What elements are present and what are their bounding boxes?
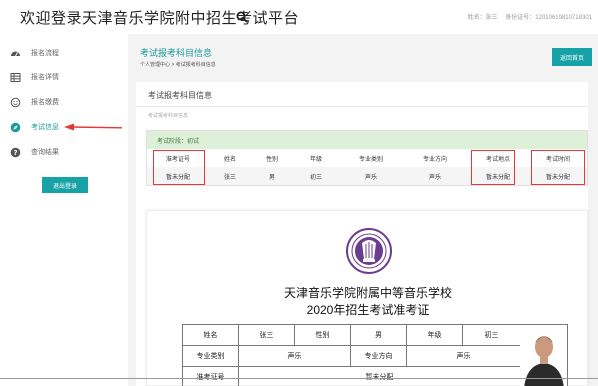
sidebar-item-label: 报名详情	[31, 74, 59, 81]
main-content: 考试报考科目信息 个人管理中心 > 考试报考科目信息 返回首页 考试报考科目信息…	[128, 34, 598, 386]
question-icon: ?	[10, 147, 21, 158]
back-home-button[interactable]: 返回首页	[552, 48, 592, 66]
user-name: 姓名：张三	[467, 15, 498, 21]
table-row: 准考证号 暂未分配	[182, 366, 521, 386]
column-header: 专业方向	[422, 156, 447, 163]
bottom-border	[0, 378, 598, 379]
sidebar-item-label: 报名流程	[31, 50, 59, 57]
dashboard-icon	[10, 48, 21, 59]
exam-stage-bar: 考试阶段：初试	[147, 131, 587, 149]
table-cell: 专业方向	[350, 345, 407, 367]
table-cell: 初三	[293, 167, 339, 185]
table-row: 专业类别 声乐 专业方向 声乐	[182, 345, 521, 367]
ticket-table: 姓名 张三 性别 男 年级 初三 专业类别 声乐 专业方向 声乐 准考证号 暂未…	[182, 324, 521, 386]
exam-info-box: 考试阶段：初试 准考证号 姓名 性别 年级 专业类别 专业方向 考试地点 考试时…	[146, 130, 588, 186]
exam-info-panel: 考试报考科目信息 考试报考科目信息 考试阶段：初试 准考证号 姓名 性别 年级 …	[136, 82, 588, 386]
panel-subtitle: 考试报考科目信息	[148, 113, 189, 119]
table-cell: 初三	[462, 324, 521, 346]
page-title: 考试报考科目信息	[140, 48, 213, 58]
column-header: 姓名	[223, 156, 236, 163]
sidebar-item-registration-process[interactable]: 报名流程	[10, 46, 59, 60]
table-cell: 张三	[238, 324, 295, 346]
table-header-row: 准考证号 姓名 性别 年级 专业类别 专业方向 考试地点 考试时间	[147, 149, 587, 167]
admission-ticket: 天津音乐学院附属中等音乐学校 2020年招生考试准考证 姓名 张三 性别 男 年…	[146, 210, 588, 386]
table-cell: 声乐	[238, 345, 351, 367]
smile-icon	[10, 97, 21, 108]
breadcrumb: 个人管理中心 > 考试报考科目信息	[140, 62, 216, 68]
table-cell: 暂未分配	[238, 366, 521, 386]
table-cell: 性别	[294, 324, 351, 346]
sidebar: 报名流程 报名详情 报名缴费 考试信息 ? 查询结果 退出登录	[0, 34, 128, 386]
student-photo	[520, 324, 568, 386]
sidebar-item-label: 考试信息	[31, 124, 59, 131]
table-icon	[10, 72, 21, 83]
table-cell: 男	[251, 167, 293, 185]
table-cell: 专业类别	[182, 345, 239, 367]
user-id: 身份证号：12010619810718301	[505, 15, 592, 21]
annotation-arrow-icon	[64, 123, 122, 131]
sidebar-item-registration-details[interactable]: 报名详情	[10, 70, 59, 84]
table-cell: 张三	[209, 167, 251, 185]
sidebar-item-exam-info[interactable]: 考试信息	[10, 120, 59, 134]
highlight-box	[471, 150, 515, 185]
divider	[136, 106, 588, 107]
panel-title: 考试报考科目信息	[148, 91, 212, 100]
highlight-box	[531, 150, 585, 185]
school-name: 天津音乐学院附属中等音乐学校	[283, 286, 452, 300]
table-cell: 声乐	[406, 345, 521, 367]
table-cell: 年级	[406, 324, 463, 346]
table-cell: 准考证号	[182, 366, 239, 386]
table-cell: 声乐	[339, 167, 403, 185]
exam-info-table: 准考证号 姓名 性别 年级 专业类别 专业方向 考试地点 考试时间 暂未分配 张…	[147, 149, 587, 185]
compass-icon	[10, 122, 21, 133]
user-info: 姓名：张三 身份证号：12010619810718301	[462, 12, 592, 21]
sidebar-item-label: 报名缴费	[31, 99, 59, 106]
table-row: 暂未分配 张三 男 初三 声乐 声乐 暂未分配 暂未分配	[147, 167, 587, 185]
top-header: 欢迎登录天津音乐学院附中招生考试平台 姓名：张三 身份证号：1201061981…	[0, 0, 598, 34]
sidebar-item-results[interactable]: ? 查询结果	[10, 145, 59, 159]
sidebar-item-label: 查询结果	[31, 149, 59, 156]
table-cell: 姓名	[182, 324, 239, 346]
search-icon[interactable]	[236, 11, 248, 23]
sidebar-item-payment[interactable]: 报名缴费	[10, 95, 59, 109]
column-header: 专业类别	[358, 156, 383, 163]
column-header: 年级	[309, 156, 322, 163]
highlight-box	[153, 150, 205, 185]
svg-text:?: ?	[13, 149, 17, 157]
site-title: 欢迎登录天津音乐学院附中招生考试平台	[20, 10, 300, 27]
ticket-title: 2020年招生考试准考证	[306, 303, 430, 317]
column-header: 性别	[265, 156, 278, 163]
table-cell: 声乐	[403, 167, 467, 185]
logout-button[interactable]: 退出登录	[42, 177, 88, 193]
table-row: 姓名 张三 性别 男 年级 初三	[182, 324, 521, 346]
table-cell: 男	[350, 324, 407, 346]
school-seal-icon	[346, 228, 392, 274]
